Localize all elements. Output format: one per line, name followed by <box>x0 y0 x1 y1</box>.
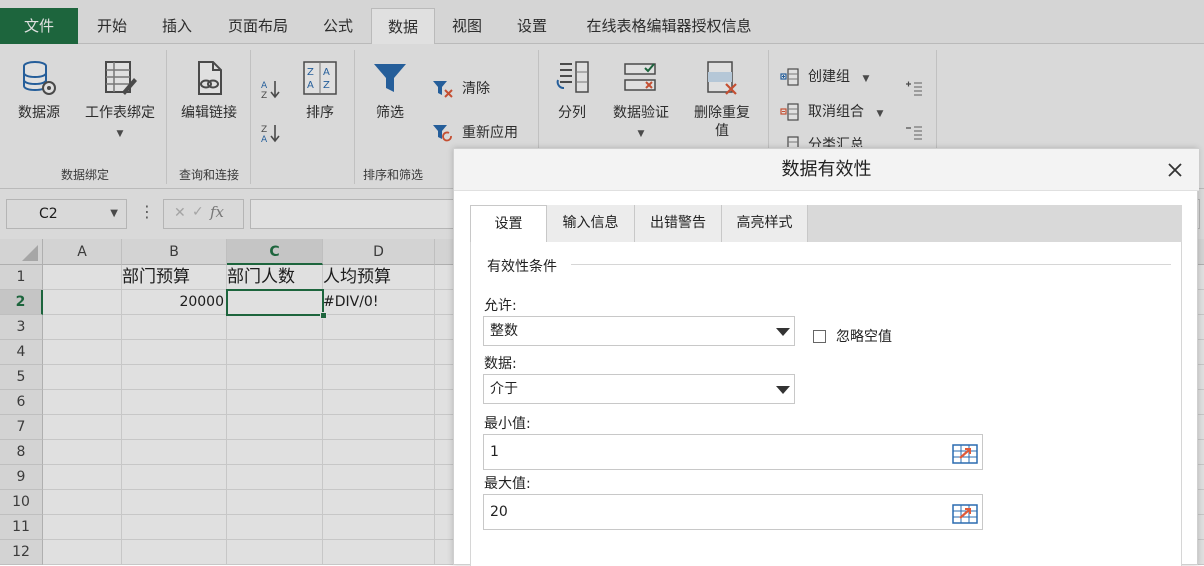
close-button[interactable] <box>1163 158 1187 182</box>
range-picker-button[interactable] <box>952 443 978 477</box>
dialog-body: 有效性条件 允许: 整数 忽略空值 数据: 介于 最小值: 1 最大值: 20 <box>470 242 1182 566</box>
allow-label: 允许: <box>484 298 517 314</box>
max-value: 20 <box>490 504 508 520</box>
range-picker-icon <box>952 504 978 524</box>
range-picker-icon <box>952 444 978 464</box>
min-label: 最小值: <box>484 416 531 432</box>
ignore-blank-checkbox[interactable]: 忽略空值 <box>813 326 892 346</box>
ignore-blank-label: 忽略空值 <box>836 329 892 345</box>
dropdown-arrow-icon[interactable] <box>770 317 794 345</box>
tab-highlight-style[interactable]: 高亮样式 <box>722 205 808 242</box>
checkbox-box[interactable] <box>813 330 826 343</box>
data-label: 数据: <box>484 356 517 372</box>
dropdown-arrow-icon[interactable] <box>770 375 794 403</box>
tab-error-alert[interactable]: 出错警告 <box>635 205 722 242</box>
section-divider <box>571 264 1171 265</box>
data-operator-value: 介于 <box>490 381 518 397</box>
max-label: 最大值: <box>484 476 531 492</box>
max-value-input[interactable]: 20 <box>483 494 983 530</box>
tab-input-message[interactable]: 输入信息 <box>547 205 635 242</box>
allow-value: 整数 <box>490 323 518 339</box>
dialog-tabs: 设置 输入信息 出错警告 高亮样式 <box>470 205 1182 243</box>
dialog-title: 数据有效性 <box>454 149 1199 191</box>
close-icon <box>1168 163 1182 177</box>
min-value: 1 <box>490 444 499 460</box>
data-operator-select[interactable]: 介于 <box>483 374 795 404</box>
section-title: 有效性条件 <box>487 259 557 275</box>
allow-select[interactable]: 整数 <box>483 316 795 346</box>
tab-settings-dialog[interactable]: 设置 <box>470 205 547 243</box>
range-picker-button[interactable] <box>952 503 978 537</box>
min-value-input[interactable]: 1 <box>483 434 983 470</box>
data-validation-dialog: 数据有效性 设置 输入信息 出错警告 高亮样式 有效性条件 允许: 整数 忽略空… <box>453 148 1199 566</box>
